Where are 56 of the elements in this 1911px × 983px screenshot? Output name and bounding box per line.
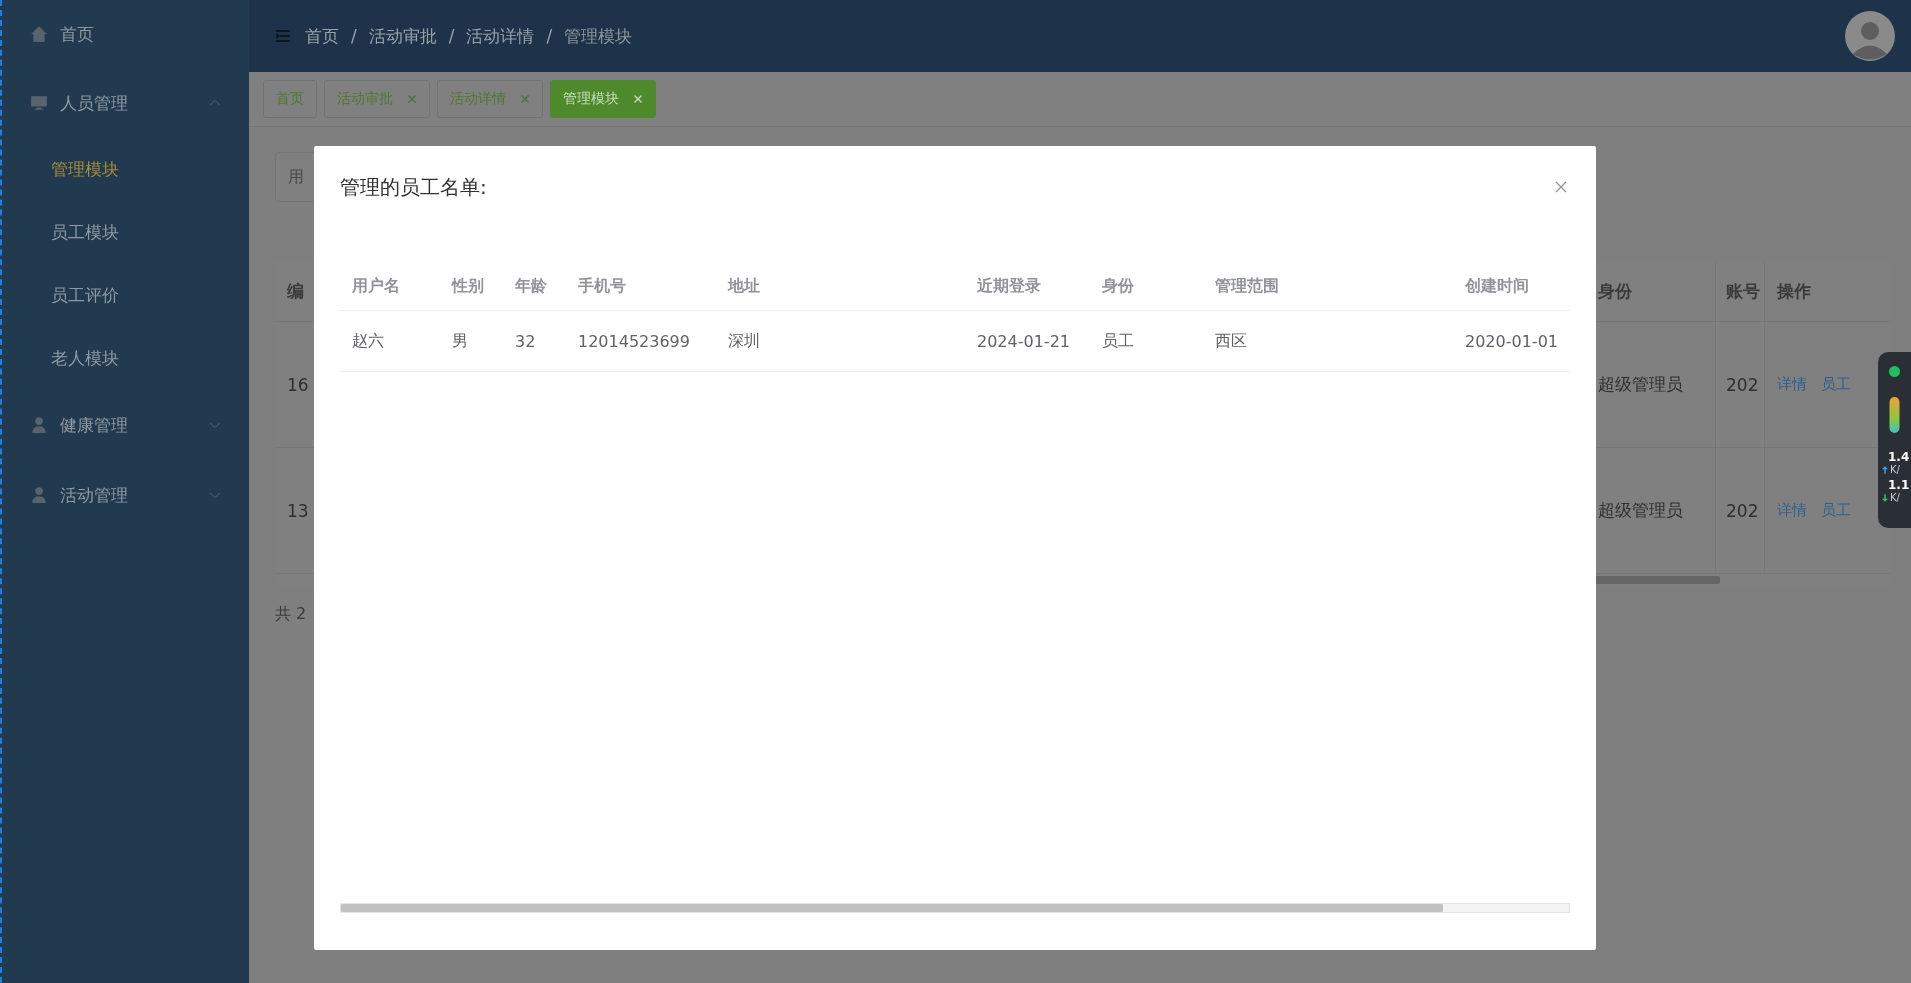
table-cell: 202 bbox=[1716, 322, 1765, 447]
column-header: 操作 bbox=[1775, 279, 1812, 303]
table-cell-text: 32 bbox=[514, 330, 537, 353]
table-cell-text: 男 bbox=[451, 329, 469, 352]
person-icon bbox=[30, 416, 48, 434]
speed-unit: K/ bbox=[1890, 464, 1900, 475]
column-header: 创建时间 bbox=[1464, 274, 1530, 297]
breadcrumb-link[interactable]: 首页 bbox=[305, 24, 339, 48]
column-header: 地址 bbox=[726, 274, 761, 297]
page-tab[interactable]: 管理模块 bbox=[550, 80, 656, 118]
close-icon[interactable] bbox=[1555, 181, 1567, 193]
status-dot-icon bbox=[1889, 366, 1900, 377]
speed-unit: K/ bbox=[1890, 492, 1900, 503]
speed-value: 1.1 bbox=[1887, 479, 1910, 492]
home-icon bbox=[30, 25, 48, 43]
column-header: 用户名 bbox=[351, 274, 401, 297]
table-cell-text: 12014523699 bbox=[577, 330, 691, 353]
column-header: 管理范围 bbox=[1214, 274, 1280, 297]
table-cell: 202 bbox=[1716, 448, 1765, 573]
sidebar-subitem[interactable]: 老人模块 bbox=[2, 327, 249, 390]
sidebar-item[interactable]: 活动管理 bbox=[2, 460, 249, 530]
breadcrumb-link[interactable]: 活动审批 bbox=[368, 24, 437, 48]
table-cell-text: 深圳 bbox=[727, 329, 761, 352]
column-header: 身份 bbox=[1101, 274, 1135, 297]
breadcrumb-separator: / bbox=[448, 26, 455, 46]
sidebar-subitem[interactable]: 管理模块 bbox=[2, 138, 249, 201]
speed-value: 1.4 bbox=[1887, 451, 1910, 464]
table-cell-text: 西区 bbox=[1214, 329, 1248, 352]
gauge-icon bbox=[1889, 397, 1900, 433]
column-header: 手机号 bbox=[577, 274, 627, 297]
total-count: 共 2 bbox=[275, 604, 308, 625]
breadcrumb-link[interactable]: 管理模块 bbox=[564, 24, 633, 48]
table-cell-text: 2024-01-21 bbox=[976, 330, 1071, 353]
close-icon[interactable] bbox=[520, 94, 530, 104]
scrollbar-thumb[interactable] bbox=[341, 904, 1443, 912]
avatar[interactable] bbox=[1845, 11, 1895, 61]
breadcrumb-separator: / bbox=[351, 26, 357, 46]
column-header: 账号 bbox=[1716, 261, 1765, 321]
sidebar-item[interactable]: 人员管理 bbox=[2, 68, 249, 138]
dialog-title: 管理的员工名单: bbox=[340, 174, 488, 201]
table-cell-text: 2020-01-01 bbox=[1464, 330, 1558, 353]
monitor-icon bbox=[30, 94, 48, 112]
sidebar-subitem[interactable]: 员工模块 bbox=[2, 201, 249, 264]
breadcrumb-link[interactable]: 活动详情 bbox=[466, 24, 535, 48]
column-header: 性别 bbox=[450, 274, 485, 297]
table-cell-text: 员工 bbox=[1101, 329, 1135, 352]
table-cell-text: 赵六 bbox=[351, 329, 385, 352]
close-icon[interactable] bbox=[407, 94, 417, 104]
sidebar-subitem[interactable]: 员工评价 bbox=[2, 264, 249, 327]
sidebar-item[interactable]: 首页 bbox=[2, 0, 249, 68]
column-header: 年龄 bbox=[514, 274, 548, 297]
person-icon bbox=[30, 486, 48, 504]
column-header: 近期登录 bbox=[976, 274, 1042, 297]
sidebar-item[interactable]: 健康管理 bbox=[2, 390, 249, 460]
menu-icon[interactable] bbox=[276, 30, 290, 42]
breadcrumb-separator: / bbox=[546, 26, 553, 46]
